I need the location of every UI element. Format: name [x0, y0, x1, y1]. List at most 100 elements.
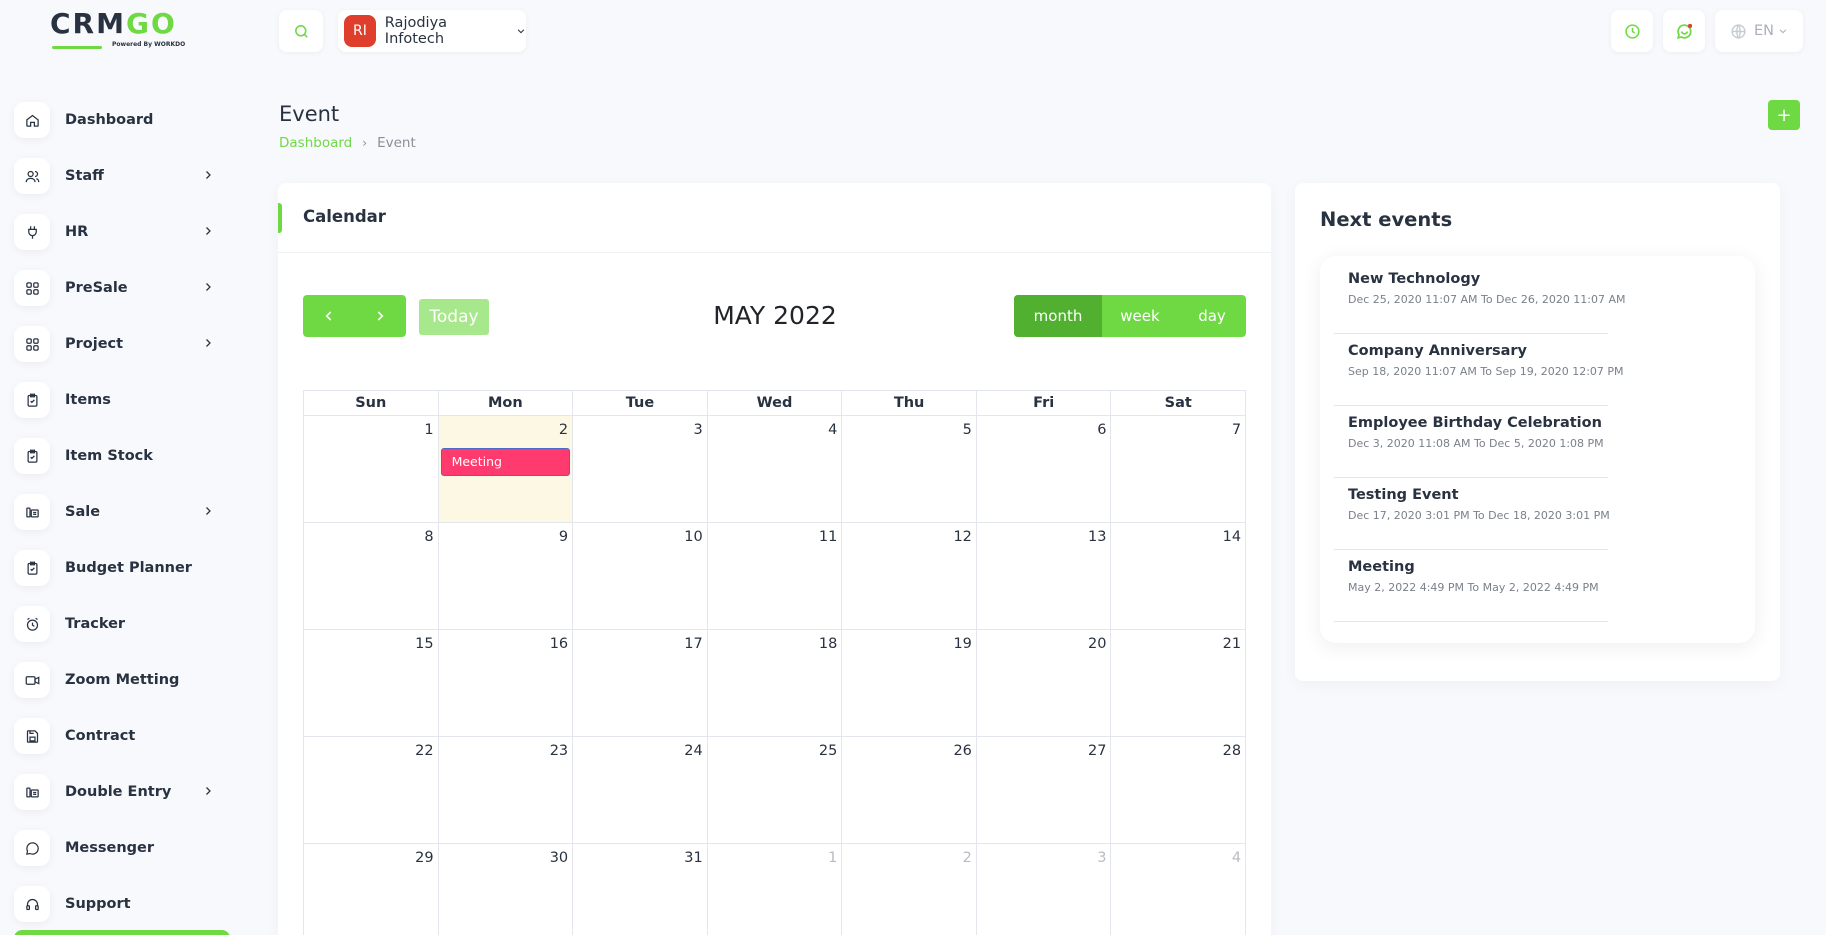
- calendar-day-cell[interactable]: 12: [842, 523, 977, 630]
- weekday-header: Fri: [976, 391, 1112, 416]
- day-number: 4: [1231, 850, 1242, 866]
- sidebar-item-messenger[interactable]: Messenger: [14, 820, 234, 876]
- today-button[interactable]: Today: [419, 299, 489, 335]
- sidebar-item-budget-planner[interactable]: Budget Planner: [14, 540, 234, 596]
- day-number: 15: [415, 636, 434, 652]
- chevron-right-icon: [206, 507, 211, 515]
- chevron-right-icon: [206, 171, 211, 179]
- sidebar-item-support[interactable]: Support: [14, 876, 234, 932]
- clipboard-icon: [14, 438, 50, 474]
- sidebar-item-double-entry[interactable]: Double Entry: [14, 764, 234, 820]
- sidebar-item-presale[interactable]: PreSale: [14, 260, 234, 316]
- list-item[interactable]: Meeting May 2, 2022 4:49 PM To May 2, 20…: [1334, 550, 1608, 622]
- event-name: Employee Birthday Celebration: [1348, 415, 1602, 431]
- sidebar-item-project[interactable]: Project: [14, 316, 234, 372]
- sidebar-item-dashboard[interactable]: Dashboard: [14, 92, 234, 148]
- messages-button[interactable]: [1663, 10, 1705, 52]
- calendar-day-cell[interactable]: 19: [842, 630, 977, 737]
- view-month-button[interactable]: month: [1014, 295, 1102, 337]
- clock-icon: [1624, 23, 1640, 39]
- day-number: 21: [1222, 636, 1242, 652]
- calendar-day-cell[interactable]: 14: [1111, 523, 1247, 630]
- calendar-day-cell[interactable]: 10: [573, 523, 708, 630]
- calendar-day-cell-other-month[interactable]: 1: [708, 844, 843, 935]
- sidebar-item-sale[interactable]: Sale: [14, 484, 234, 540]
- day-number: 7: [1231, 422, 1242, 438]
- calendar-day-cell[interactable]: 11: [707, 523, 843, 630]
- sidebar-item-label: Project: [65, 336, 124, 352]
- search-button[interactable]: [279, 10, 323, 52]
- calendar-day-cell[interactable]: 9: [438, 523, 574, 630]
- calendar-day-cell[interactable]: 30: [439, 844, 574, 935]
- event-date-range: May 2, 2022 4:49 PM To May 2, 2022 4:49 …: [1348, 581, 1599, 594]
- chat-notification-icon: [1676, 23, 1692, 39]
- weekday-header: Wed: [707, 391, 843, 416]
- breadcrumb-home-link[interactable]: Dashboard: [279, 135, 352, 151]
- time-tracker-button[interactable]: [1611, 10, 1653, 52]
- add-event-button[interactable]: +: [1768, 100, 1800, 130]
- calendar-day-cell[interactable]: 7: [1111, 416, 1247, 523]
- calendar-day-cell[interactable]: 20: [976, 630, 1112, 737]
- calendar-day-cell[interactable]: 29: [304, 844, 439, 935]
- calendar-day-cell[interactable]: 16: [438, 630, 574, 737]
- calendar-event-meeting[interactable]: Meeting: [440, 448, 571, 476]
- calendar-day-cell[interactable]: 21: [1111, 630, 1247, 737]
- calendar-day-cell[interactable]: 28: [1111, 737, 1247, 844]
- calendar-day-cell-other-month[interactable]: 4: [1111, 844, 1247, 935]
- language-switcher[interactable]: EN: [1715, 10, 1803, 52]
- calendar-day-cell[interactable]: 22: [304, 737, 439, 844]
- calendar-day-cell-other-month[interactable]: 3: [977, 844, 1112, 935]
- day-number: 17: [684, 636, 703, 652]
- weekday-header: Mon: [438, 391, 574, 416]
- calendar-nav-group: [303, 295, 406, 337]
- calendar-day-cell[interactable]: 24: [573, 737, 708, 844]
- prev-month-button[interactable]: [303, 295, 354, 337]
- list-item[interactable]: New Technology Dec 25, 2020 11:07 AM To …: [1334, 262, 1626, 334]
- next-events-title: Next events: [1320, 208, 1453, 231]
- calendar-day-cell[interactable]: 25: [707, 737, 843, 844]
- view-day-button[interactable]: day: [1178, 295, 1246, 337]
- sidebar-item-item-stock[interactable]: Item Stock: [14, 428, 234, 484]
- calendar-day-cell[interactable]: 4: [707, 416, 843, 523]
- weekday-header: Sat: [1111, 391, 1247, 416]
- home-icon: [14, 102, 50, 138]
- event-name: Meeting: [1348, 559, 1415, 575]
- logo-tagline: Powered By WORKDO: [112, 41, 186, 48]
- calendar-day-cell[interactable]: 15: [304, 630, 439, 737]
- calendar-day-cell[interactable]: 8: [304, 523, 439, 630]
- sidebar-item-zoom-metting[interactable]: Zoom Metting: [14, 652, 234, 708]
- search-icon: [294, 24, 308, 38]
- calendar-day-cell[interactable]: 27: [976, 737, 1112, 844]
- calendar-day-cell-other-month[interactable]: 2: [842, 844, 977, 935]
- calendar-day-cell-today[interactable]: 2 Meeting: [438, 416, 574, 523]
- day-number: 11: [818, 529, 838, 545]
- view-week-button[interactable]: week: [1102, 295, 1178, 337]
- sidebar-item-staff[interactable]: Staff: [14, 148, 234, 204]
- sidebar-item-label: HR: [65, 224, 89, 240]
- sidebar-item-items[interactable]: Items: [14, 372, 234, 428]
- calendar-day-cell[interactable]: 23: [438, 737, 574, 844]
- day-number: 19: [953, 636, 972, 652]
- calendar-day-cell[interactable]: 1: [304, 416, 439, 523]
- day-number: 23: [549, 743, 569, 759]
- calendar-day-cell[interactable]: 17: [573, 630, 708, 737]
- company-switcher[interactable]: RI Rajodiya Infotech: [338, 10, 526, 52]
- calendar-day-cell[interactable]: 26: [842, 737, 977, 844]
- sidebar-item-hr[interactable]: HR: [14, 204, 234, 260]
- next-month-button[interactable]: [354, 295, 405, 337]
- calendar-day-cell[interactable]: 5: [842, 416, 977, 523]
- grid-icon: [14, 326, 50, 362]
- calendar-grid: Sun Mon Tue Wed Thu Fri Sat 1 2 Meeting …: [303, 390, 1247, 935]
- list-item[interactable]: Company Anniversary Sep 18, 2020 11:07 A…: [1334, 334, 1624, 406]
- sidebar-item-tracker[interactable]: Tracker: [14, 596, 234, 652]
- calendar-day-cell[interactable]: 6: [976, 416, 1112, 523]
- list-item[interactable]: Employee Birthday Celebration Dec 3, 202…: [1334, 406, 1608, 478]
- next-events-card: Next events New Technology Dec 25, 2020 …: [1295, 183, 1780, 681]
- calendar-day-cell[interactable]: 13: [976, 523, 1112, 630]
- sidebar-item-contract[interactable]: Contract: [14, 708, 234, 764]
- calendar-day-cell[interactable]: 3: [573, 416, 708, 523]
- calendar-day-cell[interactable]: 31: [573, 844, 708, 935]
- app-logo[interactable]: CRMGO Powered By WORKDO: [50, 8, 195, 53]
- list-item[interactable]: Testing Event Dec 17, 2020 3:01 PM To De…: [1334, 478, 1610, 550]
- calendar-day-cell[interactable]: 18: [707, 630, 843, 737]
